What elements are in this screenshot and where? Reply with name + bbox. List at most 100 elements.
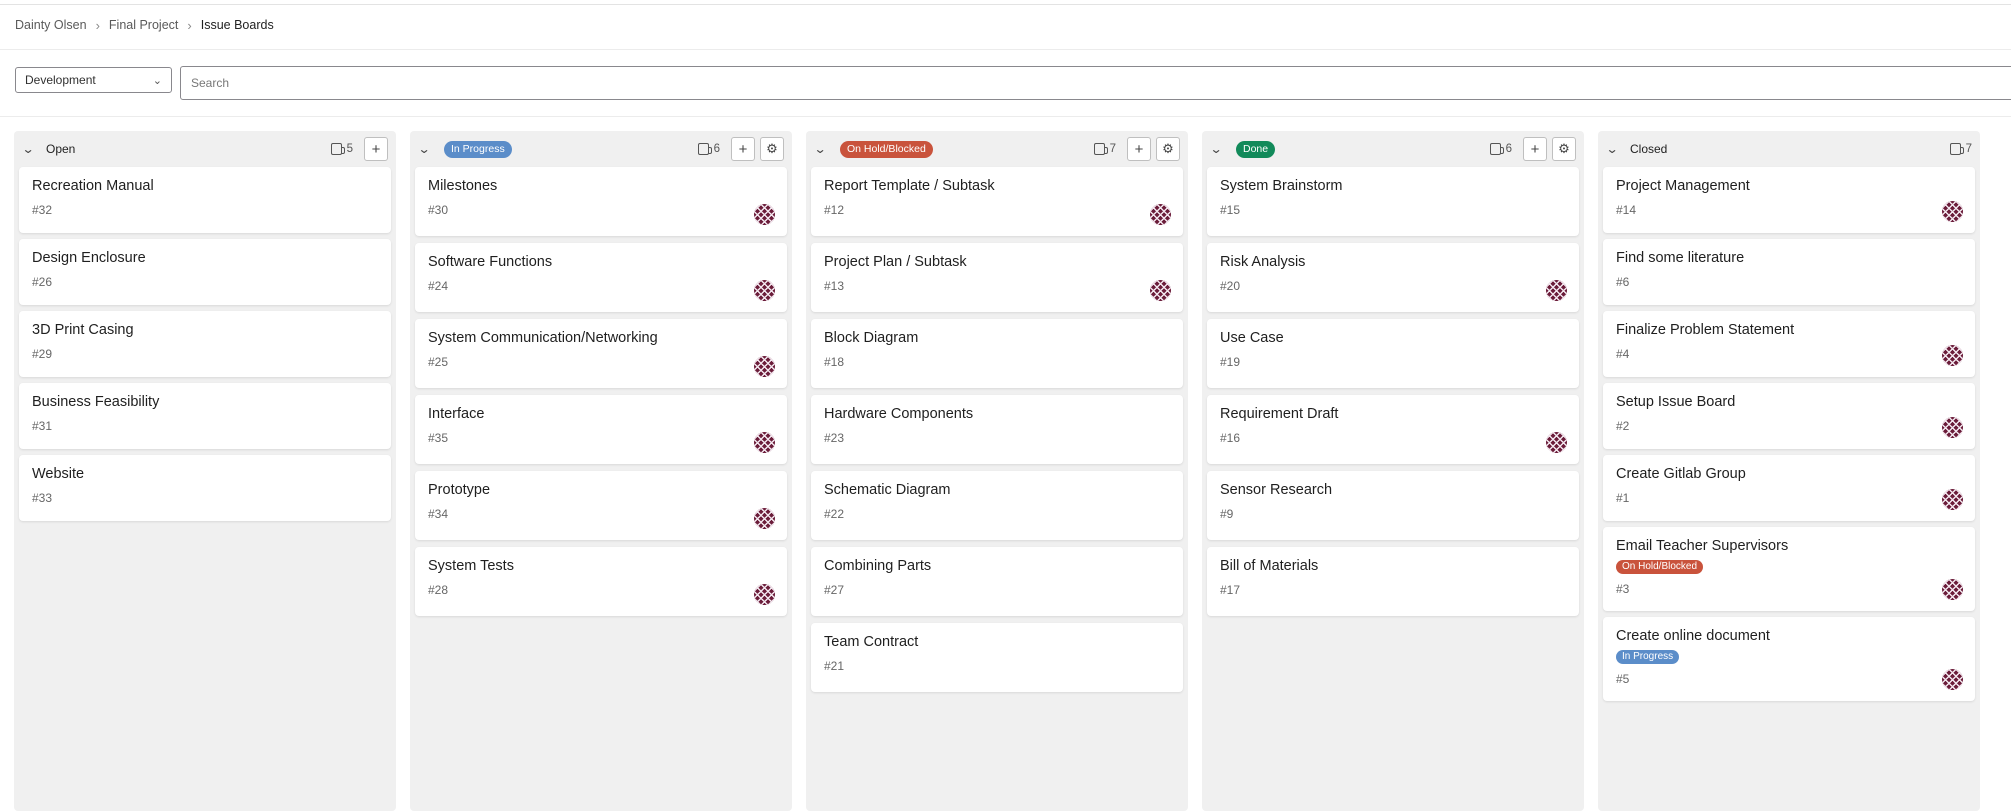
assignee-avatar[interactable] bbox=[1150, 280, 1171, 301]
chevron-down-icon[interactable]: ⌄ bbox=[1210, 142, 1231, 156]
issue-card[interactable]: Milestones #30 bbox=[415, 167, 787, 236]
issue-title[interactable]: Report Template / Subtask bbox=[824, 178, 1170, 195]
issue-card[interactable]: Finalize Problem Statement #4 bbox=[1603, 311, 1975, 377]
assignee-avatar[interactable] bbox=[1942, 669, 1963, 690]
assignee-avatar[interactable] bbox=[1942, 345, 1963, 366]
assignee-avatar[interactable] bbox=[754, 584, 775, 605]
issue-title[interactable]: Website bbox=[32, 466, 378, 483]
issue-title[interactable]: Create online document bbox=[1616, 628, 1962, 645]
issue-title[interactable]: Business Feasibility bbox=[32, 394, 378, 411]
chevron-down-icon[interactable]: ⌄ bbox=[1606, 142, 1627, 156]
assignee-avatar[interactable] bbox=[1942, 579, 1963, 600]
issue-card[interactable]: Combining Parts #27 bbox=[811, 547, 1183, 616]
issue-title[interactable]: Interface bbox=[428, 406, 774, 423]
issue-card[interactable]: Hardware Components #23 bbox=[811, 395, 1183, 464]
issue-title[interactable]: Milestones bbox=[428, 178, 774, 195]
issue-card[interactable]: Software Functions #24 bbox=[415, 243, 787, 312]
issue-card[interactable]: Schematic Diagram #22 bbox=[811, 471, 1183, 540]
issue-title[interactable]: Bill of Materials bbox=[1220, 558, 1566, 575]
assignee-avatar[interactable] bbox=[1942, 417, 1963, 438]
issue-title[interactable]: Recreation Manual bbox=[32, 178, 378, 195]
issue-title[interactable]: Risk Analysis bbox=[1220, 254, 1566, 271]
issue-title[interactable]: Finalize Problem Statement bbox=[1616, 322, 1962, 339]
issue-title[interactable]: Create Gitlab Group bbox=[1616, 466, 1962, 483]
issue-title[interactable]: Use Case bbox=[1220, 330, 1566, 347]
assignee-avatar[interactable] bbox=[1546, 280, 1567, 301]
breadcrumb-issue-boards[interactable]: Issue Boards bbox=[201, 18, 274, 32]
issue-number: #33 bbox=[32, 491, 53, 505]
chevron-down-icon[interactable]: ⌄ bbox=[22, 142, 43, 156]
chevron-down-icon[interactable]: ⌄ bbox=[814, 142, 835, 156]
issue-card[interactable]: System Brainstorm #15 bbox=[1207, 167, 1579, 236]
issue-title[interactable]: System Brainstorm bbox=[1220, 178, 1566, 195]
issue-card[interactable]: Use Case #19 bbox=[1207, 319, 1579, 388]
gear-icon[interactable]: ⚙ bbox=[1156, 137, 1180, 161]
issue-card[interactable]: Sensor Research #9 bbox=[1207, 471, 1579, 540]
issue-title[interactable]: 3D Print Casing bbox=[32, 322, 378, 339]
issue-card[interactable]: Find some literature #6 bbox=[1603, 239, 1975, 305]
list-label-badge: On Hold/Blocked bbox=[840, 140, 933, 158]
assignee-avatar[interactable] bbox=[1150, 204, 1171, 225]
assignee-avatar[interactable] bbox=[1546, 432, 1567, 453]
issue-title[interactable]: Software Functions bbox=[428, 254, 774, 271]
issue-number: #31 bbox=[32, 419, 53, 433]
issue-card[interactable]: Bill of Materials #17 bbox=[1207, 547, 1579, 616]
add-issue-button[interactable]: + bbox=[731, 137, 755, 161]
breadcrumb-project[interactable]: Final Project bbox=[109, 18, 178, 32]
issue-title[interactable]: Design Enclosure bbox=[32, 250, 378, 267]
issue-title[interactable]: System Tests bbox=[428, 558, 774, 575]
issue-card[interactable]: Create online document In Progress #5 bbox=[1603, 617, 1975, 701]
issue-labels: In Progress bbox=[1616, 645, 1962, 664]
breadcrumb-user[interactable]: Dainty Olsen bbox=[15, 18, 87, 32]
issue-card[interactable]: Email Teacher Supervisors On Hold/Blocked… bbox=[1603, 527, 1975, 611]
assignee-avatar[interactable] bbox=[754, 508, 775, 529]
issue-title[interactable]: Block Diagram bbox=[824, 330, 1170, 347]
issue-title[interactable]: Team Contract bbox=[824, 634, 1170, 651]
assignee-avatar[interactable] bbox=[1942, 489, 1963, 510]
issue-card[interactable]: Report Template / Subtask #12 bbox=[811, 167, 1183, 236]
search-input[interactable]: Search bbox=[180, 66, 2011, 100]
issue-card[interactable]: Business Feasibility #31 bbox=[19, 383, 391, 449]
issue-title[interactable]: Sensor Research bbox=[1220, 482, 1566, 499]
issue-title[interactable]: Requirement Draft bbox=[1220, 406, 1566, 423]
issue-title[interactable]: Combining Parts bbox=[824, 558, 1170, 575]
issue-card[interactable]: Block Diagram #18 bbox=[811, 319, 1183, 388]
assignee-avatar[interactable] bbox=[1942, 201, 1963, 222]
gear-icon[interactable]: ⚙ bbox=[760, 137, 784, 161]
issue-card[interactable]: Risk Analysis #20 bbox=[1207, 243, 1579, 312]
issue-card[interactable]: 3D Print Casing #29 bbox=[19, 311, 391, 377]
issue-card[interactable]: Website #33 bbox=[19, 455, 391, 521]
issue-card[interactable]: Prototype #34 bbox=[415, 471, 787, 540]
board-selector-dropdown[interactable]: Development ⌄ bbox=[15, 67, 172, 93]
issue-number: #25 bbox=[428, 355, 449, 369]
assignee-avatar[interactable] bbox=[754, 432, 775, 453]
issue-card[interactable]: System Tests #28 bbox=[415, 547, 787, 616]
gear-icon[interactable]: ⚙ bbox=[1552, 137, 1576, 161]
issue-card[interactable]: Recreation Manual #32 bbox=[19, 167, 391, 233]
chevron-down-icon[interactable]: ⌄ bbox=[418, 142, 439, 156]
issue-card[interactable]: System Communication/Networking #25 bbox=[415, 319, 787, 388]
issue-title[interactable]: Hardware Components bbox=[824, 406, 1170, 423]
issue-title[interactable]: Email Teacher Supervisors bbox=[1616, 538, 1962, 555]
issue-card[interactable]: Requirement Draft #16 bbox=[1207, 395, 1579, 464]
assignee-avatar[interactable] bbox=[754, 280, 775, 301]
add-issue-button[interactable]: + bbox=[1127, 137, 1151, 161]
issue-title[interactable]: Schematic Diagram bbox=[824, 482, 1170, 499]
issue-title[interactable]: Setup Issue Board bbox=[1616, 394, 1962, 411]
issue-title[interactable]: Project Management bbox=[1616, 178, 1962, 195]
assignee-avatar[interactable] bbox=[754, 204, 775, 225]
issue-card[interactable]: Design Enclosure #26 bbox=[19, 239, 391, 305]
issue-title[interactable]: Prototype bbox=[428, 482, 774, 499]
issue-card[interactable]: Project Management #14 bbox=[1603, 167, 1975, 233]
issue-card[interactable]: Team Contract #21 bbox=[811, 623, 1183, 692]
add-issue-button[interactable]: + bbox=[364, 137, 388, 161]
assignee-avatar[interactable] bbox=[754, 356, 775, 377]
issue-card[interactable]: Create Gitlab Group #1 bbox=[1603, 455, 1975, 521]
issue-title[interactable]: Find some literature bbox=[1616, 250, 1962, 267]
issue-title[interactable]: System Communication/Networking bbox=[428, 330, 774, 347]
issue-card[interactable]: Setup Issue Board #2 bbox=[1603, 383, 1975, 449]
issue-card[interactable]: Project Plan / Subtask #13 bbox=[811, 243, 1183, 312]
add-issue-button[interactable]: + bbox=[1523, 137, 1547, 161]
issue-card[interactable]: Interface #35 bbox=[415, 395, 787, 464]
issue-title[interactable]: Project Plan / Subtask bbox=[824, 254, 1170, 271]
